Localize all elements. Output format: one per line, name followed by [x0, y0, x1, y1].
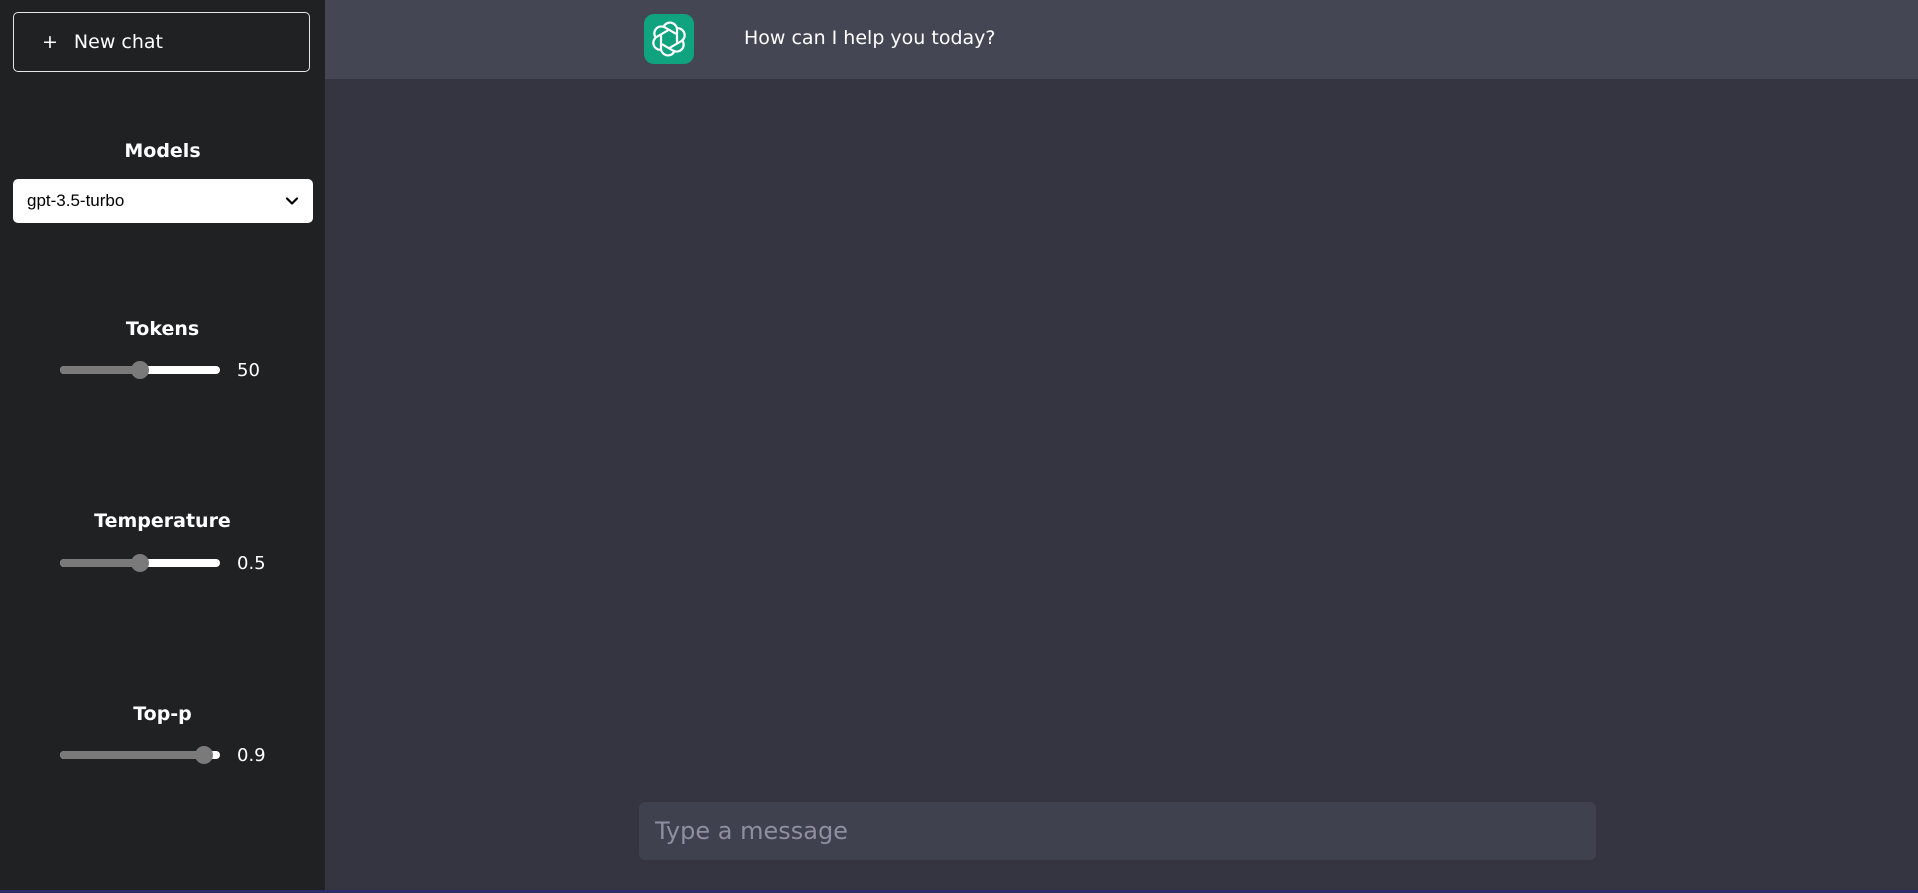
top-p-value: 0.9: [237, 744, 266, 766]
tokens-slider-row: 50: [60, 358, 270, 382]
sidebar: + New chat Models gpt-3.5-turbo Tokens 5…: [0, 0, 325, 893]
message-input[interactable]: [639, 802, 1596, 860]
openai-logo-glyph: [652, 21, 686, 57]
tokens-slider-thumb[interactable]: [131, 361, 149, 379]
temperature-slider-fill: [60, 559, 140, 567]
temperature-slider[interactable]: [60, 554, 220, 572]
tokens-slider-fill: [60, 366, 140, 374]
top-p-slider-fill: [60, 751, 204, 759]
assistant-greeting: How can I help you today?: [744, 27, 996, 49]
model-select[interactable]: gpt-3.5-turbo: [13, 179, 313, 223]
chat-header: How can I help you today?: [325, 0, 1918, 79]
new-chat-button[interactable]: + New chat: [13, 12, 310, 72]
tokens-slider[interactable]: [60, 361, 220, 379]
top-p-slider-row: 0.9: [60, 743, 270, 767]
top-p-slider-thumb[interactable]: [195, 746, 213, 764]
chevron-down-icon: [285, 197, 299, 205]
temperature-label: Temperature: [94, 510, 231, 532]
openai-logo-icon: [644, 14, 694, 64]
temperature-slider-thumb[interactable]: [131, 554, 149, 572]
app-root: + New chat Models gpt-3.5-turbo Tokens 5…: [0, 0, 1918, 893]
chat-main: How can I help you today?: [325, 0, 1918, 893]
top-p-slider[interactable]: [60, 746, 220, 764]
tokens-value: 50: [237, 359, 260, 381]
models-label: Models: [124, 140, 201, 162]
tokens-label: Tokens: [125, 318, 200, 340]
top-p-label: Top-p: [133, 703, 192, 725]
model-select-value: gpt-3.5-turbo: [27, 191, 125, 210]
new-chat-label: New chat: [73, 31, 163, 53]
temperature-slider-row: 0.5: [60, 551, 270, 575]
plus-icon: +: [42, 31, 58, 53]
temperature-value: 0.5: [237, 552, 266, 574]
